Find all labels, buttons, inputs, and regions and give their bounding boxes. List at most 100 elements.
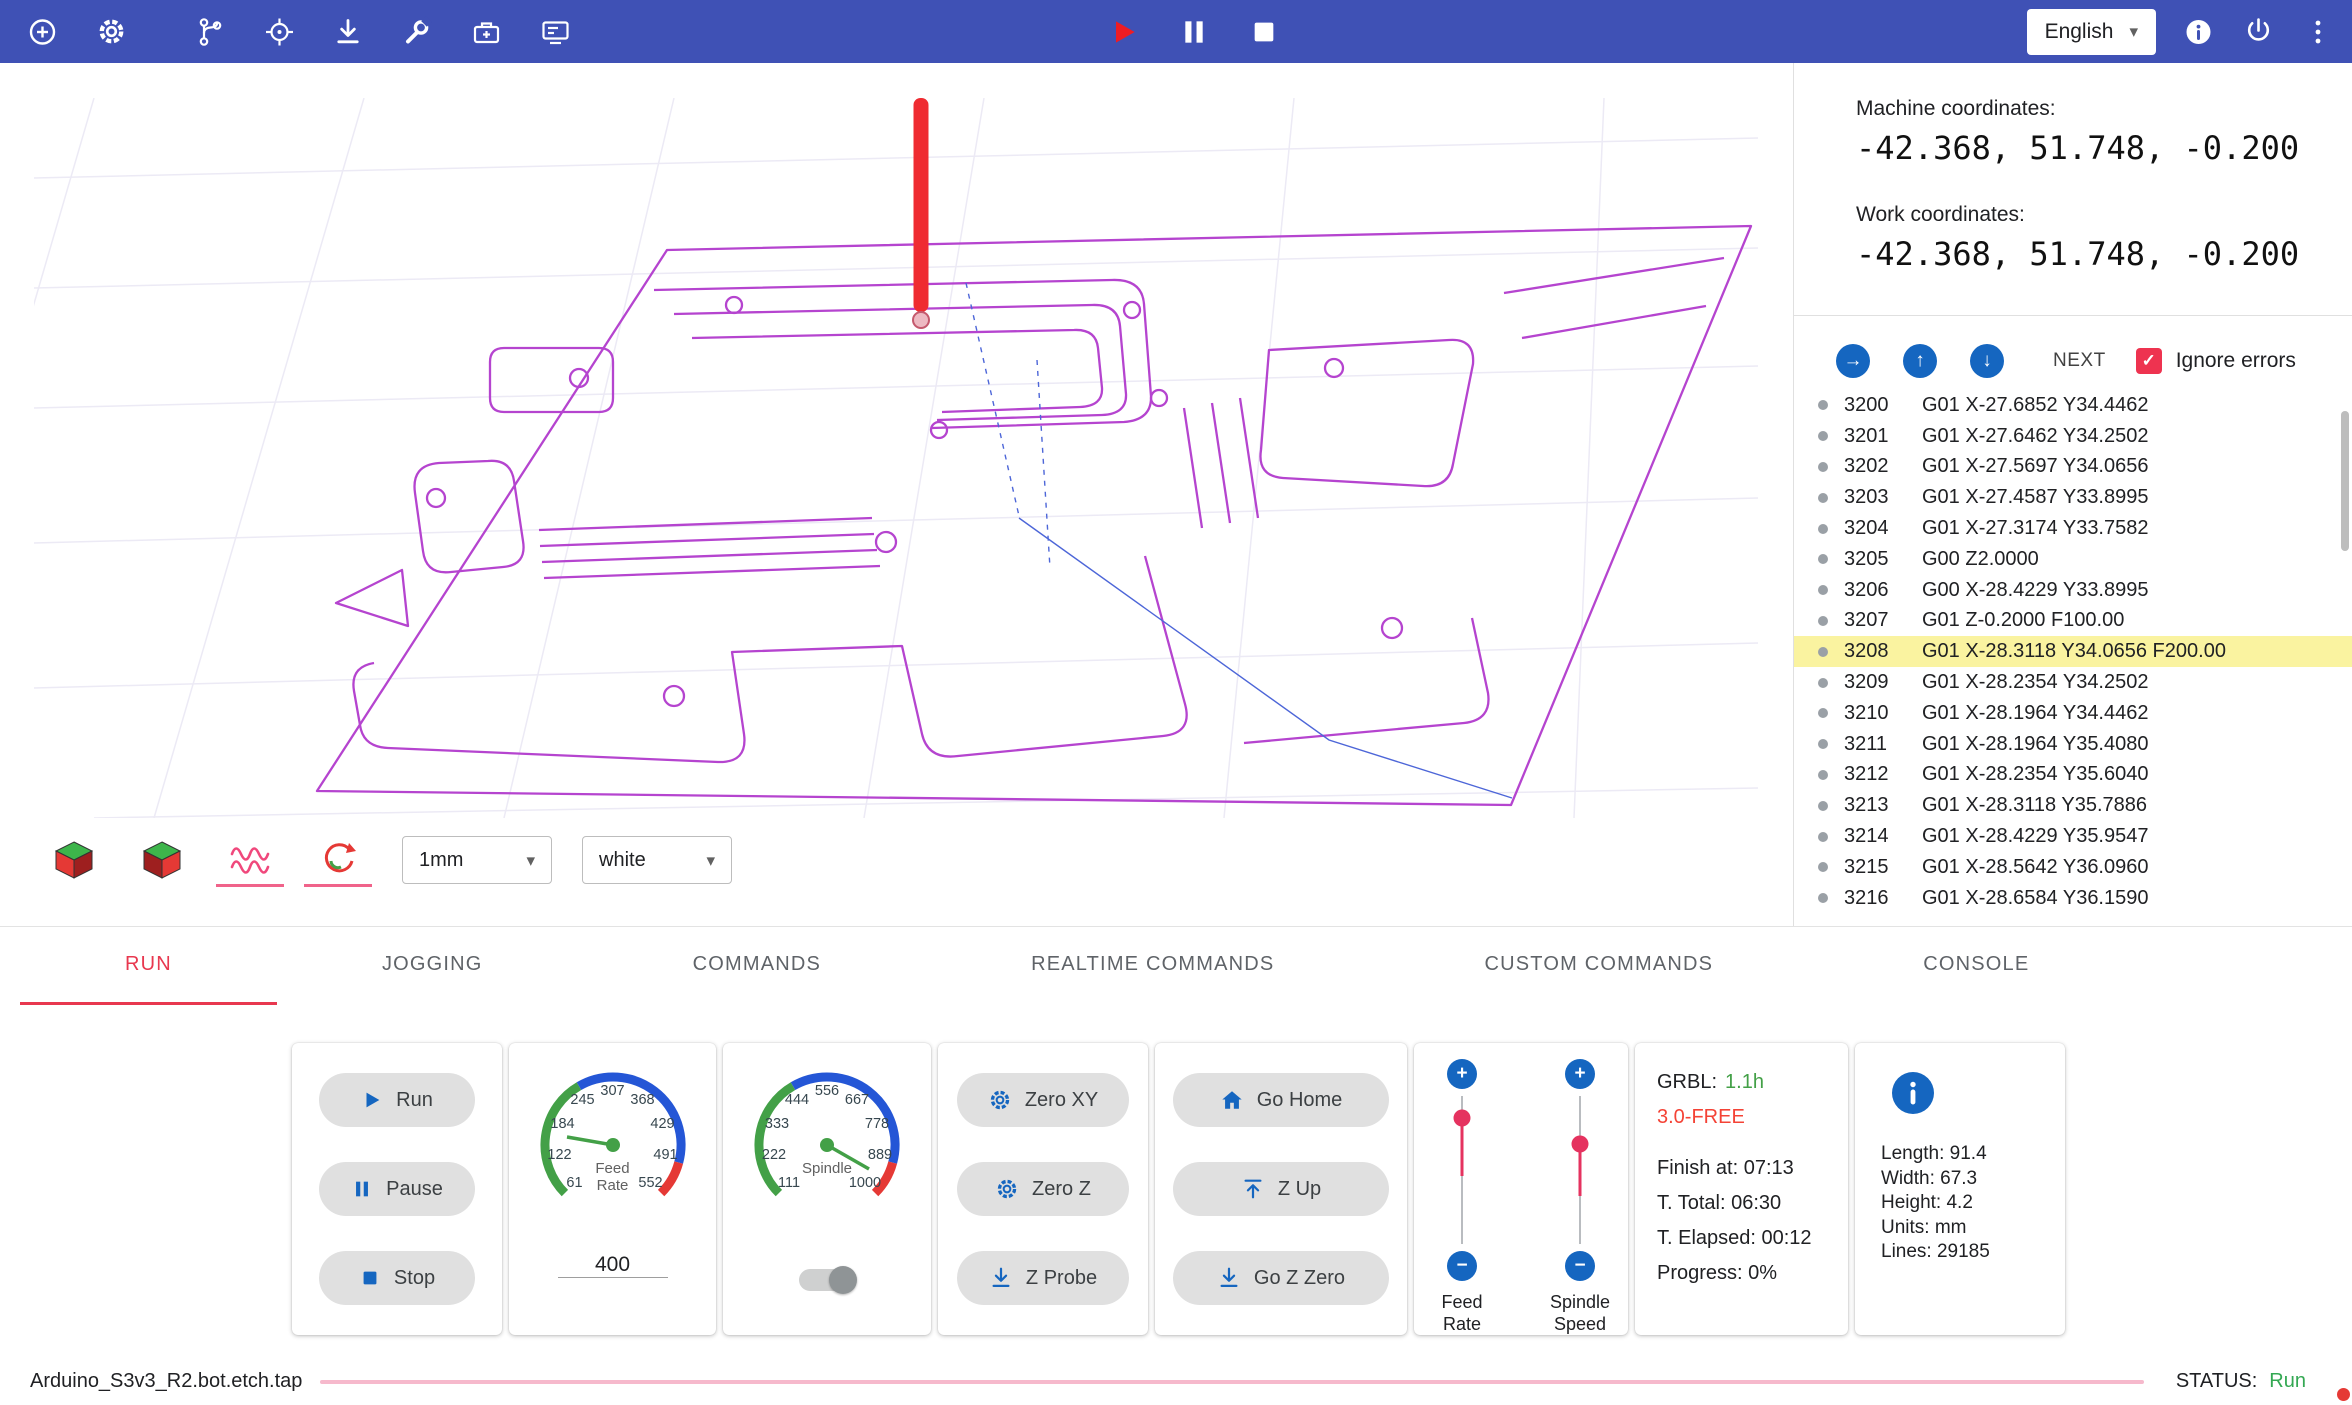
- gcode-line[interactable]: 3210 G01 X-28.1964 Y34.4462: [1794, 698, 2352, 729]
- viewer-toolbar: 1mm ▾ white ▾: [40, 831, 732, 889]
- line-bullet-icon: [1818, 801, 1828, 811]
- toolbox-icon[interactable]: [468, 14, 504, 50]
- viewer-canvas[interactable]: [34, 98, 1758, 818]
- language-select[interactable]: English ▾: [2027, 9, 2156, 55]
- loaded-file-name: Arduino_S3v3_R2.bot.etch.tap: [30, 1370, 302, 1393]
- gcode-line-number: 3213: [1844, 794, 1922, 817]
- go-home-button[interactable]: Go Home: [1173, 1073, 1389, 1127]
- stop-button[interactable]: [1246, 14, 1282, 50]
- spindle-override-slider: + − Spindle Speed: [1543, 1059, 1617, 1335]
- tab[interactable]: CUSTOM COMMANDS: [1379, 927, 1818, 1005]
- gcode-line[interactable]: 3213 G01 X-28.3118 Y35.7886: [1794, 790, 2352, 821]
- crosshair-icon[interactable]: [261, 14, 297, 50]
- gcode-line[interactable]: 3216 G01 X-28.6584 Y36.1590: [1794, 883, 2352, 914]
- download-icon[interactable]: [330, 14, 366, 50]
- pause-button[interactable]: Pause: [319, 1162, 475, 1216]
- gcode-line[interactable]: 3209 G01 X-28.2354 Y34.2502: [1794, 667, 2352, 698]
- machine-coordinates-value: -42.368, 51.748, -0.200: [1856, 129, 2352, 167]
- tab[interactable]: RUN: [20, 927, 277, 1005]
- tab[interactable]: CONSOLE: [1818, 927, 2134, 1005]
- spindle-slider-track[interactable]: [1565, 1096, 1595, 1244]
- kebab-menu-icon[interactable]: [2300, 14, 2336, 50]
- info-icon[interactable]: [2180, 14, 2216, 50]
- add-circle-icon[interactable]: [24, 14, 60, 50]
- work-coordinates-value: -42.368, 51.748, -0.200: [1856, 235, 2352, 273]
- tab[interactable]: REALTIME COMMANDS: [926, 927, 1379, 1005]
- z-up-button[interactable]: Z Up: [1173, 1162, 1389, 1216]
- gcode-line[interactable]: 3201 G01 X-27.6462 Y34.2502: [1794, 421, 2352, 452]
- slider-fill: [1461, 1118, 1464, 1176]
- zero-z-button[interactable]: Zero Z: [957, 1162, 1129, 1216]
- z-probe-button[interactable]: Z Probe: [957, 1251, 1129, 1305]
- go-z-zero-button[interactable]: Go Z Zero: [1173, 1251, 1389, 1305]
- settings-gear-icon[interactable]: [93, 14, 129, 50]
- status-value: Run: [2269, 1370, 2306, 1393]
- view-3d-button[interactable]: [40, 833, 108, 887]
- pause-icon: [351, 1178, 373, 1200]
- feed-slider-track[interactable]: [1447, 1096, 1477, 1244]
- gcode-line[interactable]: 3202 G01 X-27.5697 Y34.0656: [1794, 452, 2352, 483]
- run-button[interactable]: Run: [319, 1073, 475, 1127]
- background-color-select[interactable]: white ▾: [582, 836, 732, 884]
- gcode-command: G01 X-28.5642 Y36.0960: [1922, 856, 2148, 879]
- plus-icon: +: [1574, 1063, 1585, 1085]
- spindle-toggle[interactable]: [799, 1269, 855, 1291]
- gcode-command: G01 Z-0.2000 F100.00: [1922, 609, 2124, 632]
- gcode-line[interactable]: 3207 G01 Z-0.2000 F100.00: [1794, 606, 2352, 637]
- tab[interactable]: COMMANDS: [588, 927, 927, 1005]
- wrench-icon[interactable]: [399, 14, 435, 50]
- goto-line-button[interactable]: →: [1836, 344, 1870, 378]
- gcode-line[interactable]: 3215 G01 X-28.5642 Y36.0960: [1794, 852, 2352, 883]
- gauge-tick: 889: [868, 1147, 892, 1163]
- monitor-icon[interactable]: [537, 14, 573, 50]
- override-sliders-card: + − Feed Rate + −: [1414, 1043, 1628, 1335]
- feed-increase-button[interactable]: +: [1447, 1059, 1477, 1089]
- gcode-line-number: 3214: [1844, 825, 1922, 848]
- gcode-line[interactable]: 3200 G01 X-27.6852 Y34.4462: [1794, 390, 2352, 421]
- gcode-line[interactable]: 3204 G01 X-27.3174 Y33.7582: [1794, 513, 2352, 544]
- feed-rate-input[interactable]: [558, 1253, 668, 1278]
- stop-button[interactable]: Stop: [319, 1251, 475, 1305]
- spindle-decrease-button[interactable]: −: [1565, 1251, 1595, 1281]
- show-toolpath-toggle[interactable]: [216, 833, 284, 887]
- feed-decrease-button[interactable]: −: [1447, 1251, 1477, 1281]
- gcode-line[interactable]: 3208 G01 X-28.3118 Y34.0656 F200.00: [1794, 636, 2352, 667]
- gcode-scrollbar[interactable]: [2341, 411, 2349, 551]
- play-button[interactable]: [1106, 14, 1142, 50]
- rapid-move-lines: [966, 283, 1512, 798]
- grbl-status-card: GRBL:1.1h 3.0-FREE Finish at: 07:13T. To…: [1635, 1043, 1848, 1335]
- feed-slider-handle[interactable]: [1454, 1110, 1471, 1127]
- toggle-knob: [829, 1266, 857, 1294]
- run-button-label: Run: [396, 1089, 433, 1112]
- scroll-down-button[interactable]: ↓: [1970, 344, 2004, 378]
- zero-xy-button[interactable]: Zero XY: [957, 1073, 1129, 1127]
- gcode-line[interactable]: 3205 G00 Z2.0000: [1794, 544, 2352, 575]
- pause-button[interactable]: [1176, 14, 1212, 50]
- gcode-line[interactable]: 3214 G01 X-28.4229 Y35.9547: [1794, 821, 2352, 852]
- gauge-tick: 122: [547, 1147, 571, 1163]
- gcode-line[interactable]: 3212 G01 X-28.2354 Y35.6040: [1794, 760, 2352, 791]
- spindle-slider-handle[interactable]: [1572, 1136, 1589, 1153]
- gcode-line[interactable]: 3206 G00 X-28.4229 Y33.8995: [1794, 575, 2352, 606]
- spindle-increase-button[interactable]: +: [1565, 1059, 1595, 1089]
- gcode-controls: → ↑ ↓ NEXT ✓ Ignore errors: [1794, 316, 2352, 394]
- gcode-line[interactable]: 3211 G01 X-28.1964 Y35.4080: [1794, 729, 2352, 760]
- work-coordinates-label: Work coordinates:: [1856, 203, 2352, 227]
- zero-z-label: Zero Z: [1032, 1178, 1091, 1201]
- grid-step-select[interactable]: 1mm ▾: [402, 836, 552, 884]
- ignore-errors-label: Ignore errors: [2176, 349, 2296, 373]
- background-color-value: white: [599, 849, 646, 872]
- git-branch-icon[interactable]: [192, 14, 228, 50]
- power-icon[interactable]: [2240, 14, 2276, 50]
- tab[interactable]: JOGGING: [277, 927, 588, 1005]
- ignore-errors-checkbox[interactable]: ✓: [2136, 348, 2162, 374]
- show-tool-toggle[interactable]: [304, 833, 372, 887]
- gauge-tick: 245: [570, 1092, 594, 1108]
- job-info-line: Lines: 29185: [1881, 1240, 2065, 1265]
- gcode-line[interactable]: 3203 G01 X-27.4587 Y33.8995: [1794, 482, 2352, 513]
- view-top-button[interactable]: [128, 833, 196, 887]
- line-bullet-icon: [1818, 462, 1828, 472]
- job-info-line: Width: 67.3: [1881, 1167, 2065, 1192]
- scroll-up-button[interactable]: ↑: [1903, 344, 1937, 378]
- status-bar: Arduino_S3v3_R2.bot.etch.tap STATUS: Run: [0, 1358, 2352, 1405]
